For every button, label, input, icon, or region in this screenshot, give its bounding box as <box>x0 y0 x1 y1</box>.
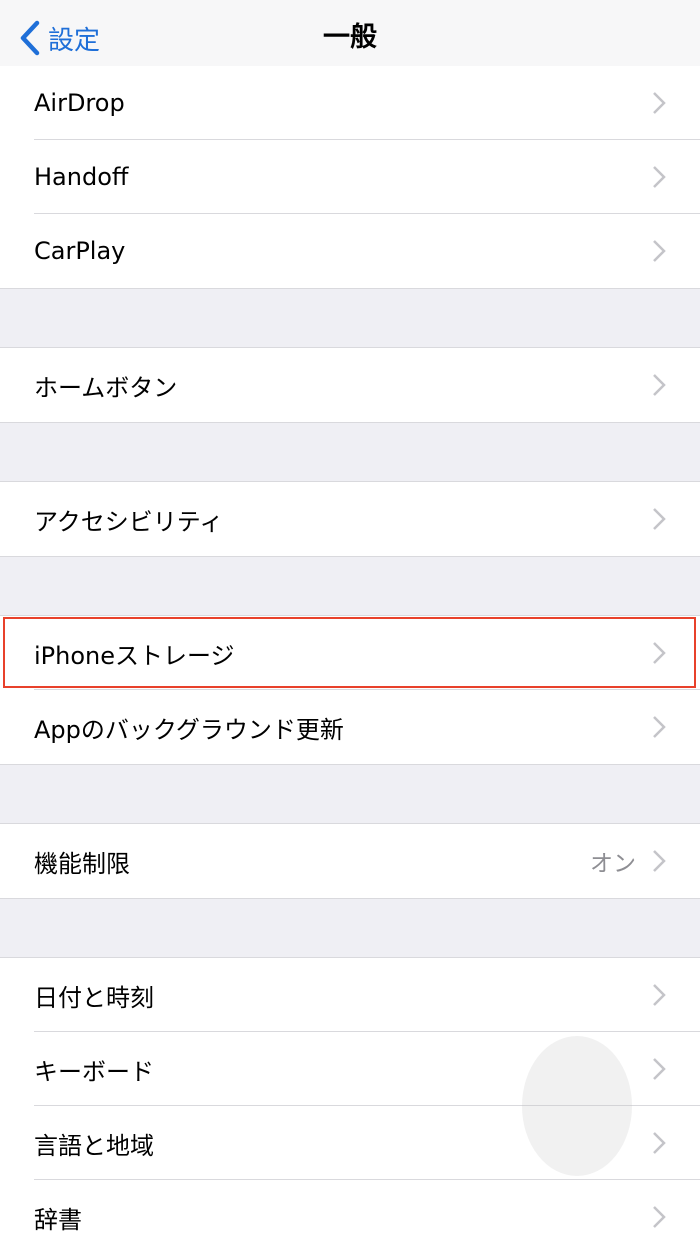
item-label: 辞書 <box>34 1205 82 1234</box>
list-item-iphone-storage[interactable]: iPhoneストレージ <box>0 616 700 690</box>
navigation-bar: 設定 一般 <box>0 0 700 74</box>
section-accessibility: アクセシビリティ <box>0 481 700 557</box>
page-title: 一般 <box>323 22 377 53</box>
chevron-right-icon <box>653 92 666 114</box>
list-item-restrictions[interactable]: 機能制限 オン <box>0 824 700 898</box>
chevron-right-icon <box>653 166 666 188</box>
item-label: CarPlay <box>34 237 126 265</box>
section-locale: 日付と時刻 キーボード 言語と地域 辞書 <box>0 957 700 1254</box>
item-label: 機能制限 <box>34 849 130 878</box>
chevron-right-icon <box>653 850 666 872</box>
list-item-dictionary[interactable]: 辞書 <box>0 1180 700 1254</box>
chevron-right-icon <box>653 642 666 664</box>
chevron-right-icon <box>653 374 666 396</box>
item-label: アクセシビリティ <box>34 507 224 536</box>
section-restrictions: 機能制限 オン <box>0 823 700 899</box>
item-label: キーボード <box>34 1057 154 1086</box>
item-label: AirDrop <box>34 89 125 117</box>
section-home-button: ホームボタン <box>0 347 700 423</box>
chevron-right-icon <box>653 508 666 530</box>
section-connectivity: AirDrop Handoff CarPlay <box>0 66 700 289</box>
chevron-right-icon <box>653 1058 666 1080</box>
section-storage: iPhoneストレージ Appのバックグラウンド更新 <box>0 615 700 765</box>
item-value: オン <box>590 851 636 877</box>
item-label: Handoff <box>34 163 129 191</box>
list-item-airdrop[interactable]: AirDrop <box>0 66 700 140</box>
item-label: Appのバックグラウンド更新 <box>34 715 344 744</box>
item-label: iPhoneストレージ <box>34 641 235 670</box>
list-item-accessibility[interactable]: アクセシビリティ <box>0 482 700 556</box>
list-item-language-region[interactable]: 言語と地域 <box>0 1106 700 1180</box>
list-item-handoff[interactable]: Handoff <box>0 140 700 214</box>
chevron-right-icon <box>653 1132 666 1154</box>
list-item-date-time[interactable]: 日付と時刻 <box>0 958 700 1032</box>
list-item-keyboard[interactable]: キーボード <box>0 1032 700 1106</box>
chevron-right-icon <box>653 716 666 738</box>
list-item-home-button[interactable]: ホームボタン <box>0 348 700 422</box>
list-item-background-app-refresh[interactable]: Appのバックグラウンド更新 <box>0 690 700 764</box>
list-item-carplay[interactable]: CarPlay <box>0 214 700 288</box>
item-label: 言語と地域 <box>34 1131 154 1160</box>
item-label: ホームボタン <box>34 373 178 402</box>
chevron-right-icon <box>653 240 666 262</box>
chevron-right-icon <box>653 1206 666 1228</box>
chevron-right-icon <box>653 984 666 1006</box>
item-label: 日付と時刻 <box>34 983 154 1012</box>
